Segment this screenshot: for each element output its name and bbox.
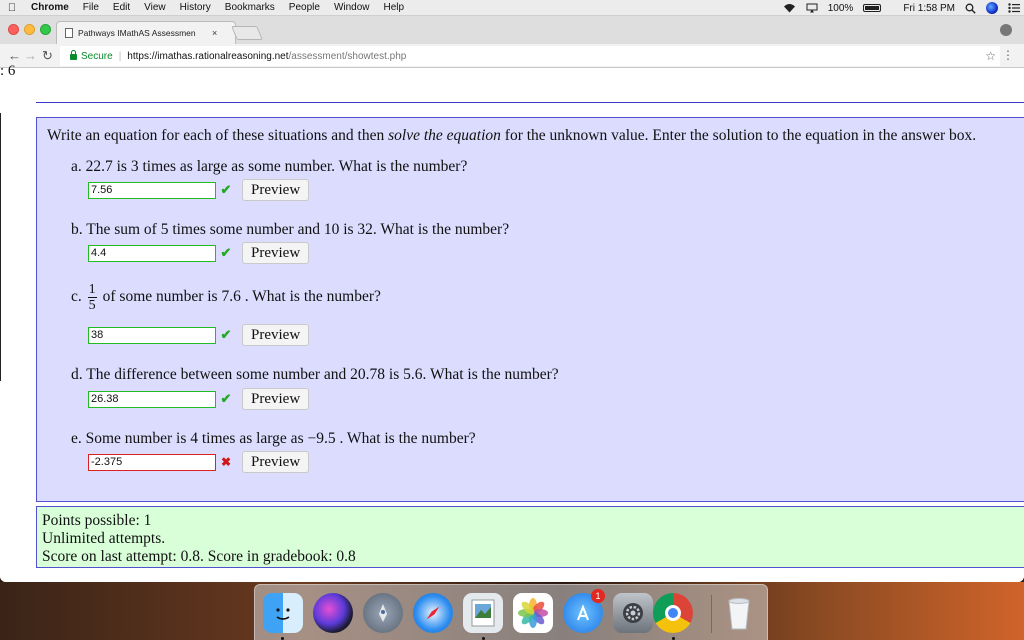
- x-mark-icon: ✖: [220, 454, 232, 469]
- bookmark-star-icon[interactable]: ☆: [985, 49, 996, 63]
- menu-app-chrome[interactable]: Chrome: [24, 0, 76, 16]
- clock[interactable]: Fri 1:58 PM: [903, 3, 955, 14]
- checkmark-icon: ✔: [220, 245, 232, 260]
- tab-close-icon[interactable]: ×: [212, 28, 217, 38]
- part-a-answer-input[interactable]: 7.56: [88, 181, 216, 199]
- part-d-text: d. The difference between some number an…: [71, 366, 559, 383]
- fraction-numerator: 1: [87, 282, 97, 298]
- siri-icon[interactable]: [986, 2, 998, 14]
- prompt-text-end: for the unknown value. Enter the solutio…: [500, 127, 977, 144]
- back-arrow-icon[interactable]: ←: [8, 48, 21, 64]
- menu-file[interactable]: File: [76, 0, 106, 16]
- reload-icon[interactable]: ↻: [42, 48, 53, 64]
- battery-percent: 100%: [827, 2, 854, 14]
- menu-edit[interactable]: Edit: [106, 0, 137, 16]
- part-b-text: b. The sum of 5 times some number and 10…: [71, 221, 510, 238]
- part-b-preview-button[interactable]: Preview: [242, 242, 310, 264]
- forward-arrow-icon[interactable]: →: [24, 48, 37, 64]
- part-c-text: c. 1 5 of some number is 7.6 . What is t…: [71, 282, 381, 313]
- checkmark-icon: ✔: [220, 182, 232, 197]
- zoom-window-icon[interactable]: [40, 24, 51, 35]
- part-a-text: a. 22.7 is 3 times as large as some numb…: [71, 158, 468, 175]
- notification-center-icon[interactable]: [1008, 3, 1020, 13]
- browser-window: Pathways IMathAS Assessmen × ← → ↻ Secur…: [0, 16, 1024, 582]
- minimize-window-icon[interactable]: [24, 24, 35, 35]
- menu-history[interactable]: History: [173, 0, 218, 16]
- url-path: /assessment/showtest.php: [288, 50, 407, 62]
- chrome-menu-icon[interactable]: ⋮: [1002, 48, 1014, 62]
- part-e-answer-row: -2.375 ✖ Preview: [88, 451, 310, 473]
- browser-toolbar: ← → ↻ Secure | https://imathas.rationalr…: [0, 44, 1024, 68]
- address-bar[interactable]: Secure | https://imathas.rationalreasoni…: [60, 46, 1000, 66]
- finder-icon[interactable]: [263, 593, 303, 633]
- wifi-icon[interactable]: [783, 3, 796, 13]
- part-b-answer-row: 4.4 ✔ Preview: [88, 242, 310, 264]
- page-content: : 6 Write an equation for each of these …: [0, 63, 1024, 582]
- part-e-preview-button[interactable]: Preview: [242, 451, 310, 473]
- checkmark-icon: ✔: [220, 327, 232, 342]
- attempts-info: Unlimited attempts.: [42, 530, 166, 547]
- menu-bookmarks[interactable]: Bookmarks: [218, 0, 282, 16]
- score-info-box: Points possible: 1 Unlimited attempts. S…: [36, 506, 1024, 568]
- close-window-icon[interactable]: [8, 24, 19, 35]
- score-info: Score on last attempt: 0.8. Score in gra…: [42, 548, 356, 565]
- trash-icon[interactable]: [719, 593, 759, 633]
- part-e-answer-input[interactable]: -2.375: [88, 453, 216, 471]
- part-d-preview-button[interactable]: Preview: [242, 388, 310, 410]
- launchpad-icon[interactable]: [363, 593, 403, 633]
- dock: 1: [254, 584, 768, 640]
- part-d-answer-row: 26.38 ✔ Preview: [88, 388, 310, 410]
- tab-active[interactable]: Pathways IMathAS Assessmen ×: [56, 21, 236, 44]
- dock-separator: [711, 595, 712, 633]
- secure-label: Secure: [81, 50, 113, 62]
- safari-icon[interactable]: [413, 593, 453, 633]
- part-c-answer-input[interactable]: 38: [88, 326, 216, 344]
- checkmark-icon: ✔: [220, 391, 232, 406]
- tab-strip: Pathways IMathAS Assessmen ×: [0, 16, 1024, 44]
- part-b-answer-input[interactable]: 4.4: [88, 244, 216, 262]
- page-favicon-icon: [65, 28, 73, 38]
- part-a-answer-row: 7.56 ✔ Preview: [88, 179, 310, 201]
- menu-window[interactable]: Window: [327, 0, 377, 16]
- divider: [0, 113, 1, 381]
- question-box: Write an equation for each of these situ…: [36, 117, 1024, 502]
- url-host: https://imathas.rationalreasoning.net: [127, 50, 289, 62]
- chrome-icon[interactable]: [653, 593, 693, 633]
- question-number: : 6: [0, 63, 16, 79]
- part-c-label: c.: [71, 288, 82, 306]
- part-a-preview-button[interactable]: Preview: [242, 179, 310, 201]
- battery-icon[interactable]: [863, 4, 882, 12]
- prompt-text-start: Write an equation for each of these situ…: [47, 127, 389, 144]
- part-c-body: of some number is 7.6 . What is the numb…: [102, 288, 381, 306]
- siri-icon[interactable]: [313, 593, 353, 633]
- part-c-answer-row: 38 ✔ Preview: [88, 324, 310, 346]
- apple-menu-icon[interactable]: : [0, 2, 24, 14]
- menu-view[interactable]: View: [137, 0, 173, 16]
- menu-help[interactable]: Help: [377, 0, 412, 16]
- airplay-icon[interactable]: [806, 3, 818, 13]
- part-e-text: e. Some number is 4 times as large as −9…: [71, 430, 476, 447]
- menu-people[interactable]: People: [282, 0, 327, 16]
- divider: [36, 102, 1024, 103]
- system-preferences-icon[interactable]: [613, 593, 653, 633]
- new-tab-button[interactable]: [231, 26, 263, 40]
- lock-icon: [70, 50, 77, 60]
- menu-bar:  Chrome File Edit View History Bookmark…: [0, 0, 1024, 16]
- spotlight-icon[interactable]: [965, 3, 976, 14]
- preview-icon[interactable]: [463, 593, 503, 633]
- prompt-emphasis: solve the equation: [388, 127, 501, 144]
- photos-icon[interactable]: [513, 593, 553, 633]
- part-d-answer-input[interactable]: 26.38: [88, 390, 216, 408]
- tab-title: Pathways IMathAS Assessmen: [78, 28, 196, 38]
- question-prompt: Write an equation for each of these situ…: [47, 127, 976, 145]
- fraction: 1 5: [87, 282, 97, 313]
- points-possible: Points possible: 1: [42, 512, 152, 529]
- app-store-badge: 1: [591, 589, 605, 603]
- url-separator: |: [118, 50, 122, 62]
- fraction-denominator: 5: [88, 298, 96, 313]
- profile-avatar-icon[interactable]: [1000, 24, 1012, 36]
- part-c-preview-button[interactable]: Preview: [242, 324, 310, 346]
